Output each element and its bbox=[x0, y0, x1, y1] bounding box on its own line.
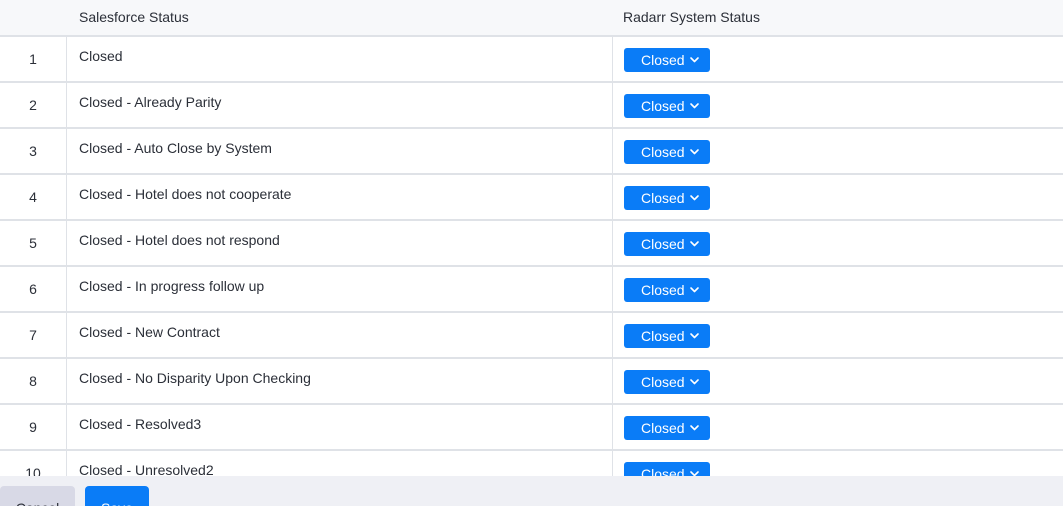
salesforce-status-cell: Closed - No Disparity Upon Checking bbox=[79, 370, 311, 386]
radarr-status-dropdown[interactable]: Closed bbox=[624, 232, 710, 256]
table-row: 1 Closed Closed bbox=[0, 37, 1063, 83]
salesforce-status-cell: Closed - Hotel does not respond bbox=[79, 232, 280, 248]
radarr-status-cell: Closed bbox=[612, 129, 1063, 173]
radarr-status-cell: Closed bbox=[612, 313, 1063, 357]
radarr-status-dropdown[interactable]: Closed bbox=[624, 416, 710, 440]
radarr-status-dropdown[interactable]: Closed bbox=[624, 48, 710, 72]
dropdown-value: Closed bbox=[641, 282, 685, 298]
table-row: 2 Closed - Already Parity Closed bbox=[0, 83, 1063, 129]
row-number: 10 bbox=[0, 451, 67, 476]
row-number: 6 bbox=[0, 267, 67, 311]
radarr-status-cell: Closed bbox=[612, 359, 1063, 403]
salesforce-status-cell: Closed - Resolved3 bbox=[79, 416, 202, 432]
radarr-status-dropdown[interactable]: Closed bbox=[624, 324, 710, 348]
chevron-down-icon bbox=[689, 146, 700, 157]
radarr-status-cell: Closed bbox=[612, 221, 1063, 265]
chevron-down-icon bbox=[689, 192, 700, 203]
dropdown-value: Closed bbox=[641, 466, 685, 476]
chevron-down-icon bbox=[689, 468, 700, 476]
chevron-down-icon bbox=[689, 238, 700, 249]
radarr-status-dropdown[interactable]: Closed bbox=[624, 140, 710, 164]
dropdown-value: Closed bbox=[641, 374, 685, 390]
salesforce-status-cell: Closed - Unresolved2 bbox=[79, 462, 214, 476]
row-number: 4 bbox=[0, 175, 67, 219]
chevron-down-icon bbox=[689, 330, 700, 341]
row-number: 3 bbox=[0, 129, 67, 173]
dropdown-value: Closed bbox=[641, 144, 685, 160]
table-row: 6 Closed - In progress follow up Closed bbox=[0, 267, 1063, 313]
radarr-status-cell: Closed bbox=[612, 451, 1063, 476]
dropdown-value: Closed bbox=[641, 236, 685, 252]
salesforce-status-cell: Closed - Already Parity bbox=[79, 94, 222, 110]
salesforce-status-cell: Closed bbox=[79, 48, 123, 64]
dropdown-value: Closed bbox=[641, 190, 685, 206]
chevron-down-icon bbox=[689, 376, 700, 387]
dropdown-value: Closed bbox=[641, 328, 685, 344]
header-salesforce-status: Salesforce Status bbox=[79, 9, 189, 25]
status-mapping-table: Salesforce Status Radarr System Status 1… bbox=[0, 0, 1063, 476]
cancel-button[interactable]: Cancel bbox=[0, 486, 75, 506]
table-row: 8 Closed - No Disparity Upon Checking Clos… bbox=[0, 359, 1063, 405]
radarr-status-cell: Closed bbox=[612, 83, 1063, 127]
salesforce-status-cell: Closed - New Contract bbox=[79, 324, 220, 340]
row-number: 7 bbox=[0, 313, 67, 357]
radarr-status-dropdown[interactable]: Closed bbox=[624, 462, 710, 476]
radarr-status-dropdown[interactable]: Closed bbox=[624, 370, 710, 394]
table-row: 4 Closed - Hotel does not cooperate Closed bbox=[0, 175, 1063, 221]
save-button[interactable]: Save bbox=[85, 486, 149, 506]
radarr-status-cell: Closed bbox=[612, 405, 1063, 449]
row-number: 5 bbox=[0, 221, 67, 265]
chevron-down-icon bbox=[689, 54, 700, 65]
salesforce-status-cell: Closed - Hotel does not cooperate bbox=[79, 186, 292, 202]
table-row: 7 Closed - New Contract Closed bbox=[0, 313, 1063, 359]
chevron-down-icon bbox=[689, 422, 700, 433]
radarr-status-dropdown[interactable]: Closed bbox=[624, 94, 710, 118]
table-header: Salesforce Status Radarr System Status bbox=[0, 0, 1063, 37]
salesforce-status-cell: Closed - In progress follow up bbox=[79, 278, 265, 294]
radarr-status-cell: Closed bbox=[612, 175, 1063, 219]
dropdown-value: Closed bbox=[641, 98, 685, 114]
dropdown-value: Closed bbox=[641, 52, 685, 68]
footer-bar: Cancel Save bbox=[0, 476, 1063, 506]
row-number: 9 bbox=[0, 405, 67, 449]
row-number: 8 bbox=[0, 359, 67, 403]
chevron-down-icon bbox=[689, 284, 700, 295]
radarr-status-dropdown[interactable]: Closed bbox=[624, 278, 710, 302]
dropdown-value: Closed bbox=[641, 420, 685, 436]
row-number: 2 bbox=[0, 83, 67, 127]
table-body: 1 Closed Closed 2 Closed - Already Parity Clo… bbox=[0, 37, 1063, 476]
radarr-status-dropdown[interactable]: Closed bbox=[624, 186, 710, 210]
radarr-status-cell: Closed bbox=[612, 267, 1063, 311]
table-row: 3 Closed - Auto Close by System Closed bbox=[0, 129, 1063, 175]
chevron-down-icon bbox=[689, 100, 700, 111]
table-row: 10 Closed - Unresolved2 Closed bbox=[0, 451, 1063, 476]
row-number: 1 bbox=[0, 37, 67, 81]
header-radarr-system-status: Radarr System Status bbox=[623, 9, 760, 25]
salesforce-status-cell: Closed - Auto Close by System bbox=[79, 140, 272, 156]
table-row: 9 Closed - Resolved3 Closed bbox=[0, 405, 1063, 451]
table-row: 5 Closed - Hotel does not respond Closed bbox=[0, 221, 1063, 267]
radarr-status-cell: Closed bbox=[612, 37, 1063, 81]
